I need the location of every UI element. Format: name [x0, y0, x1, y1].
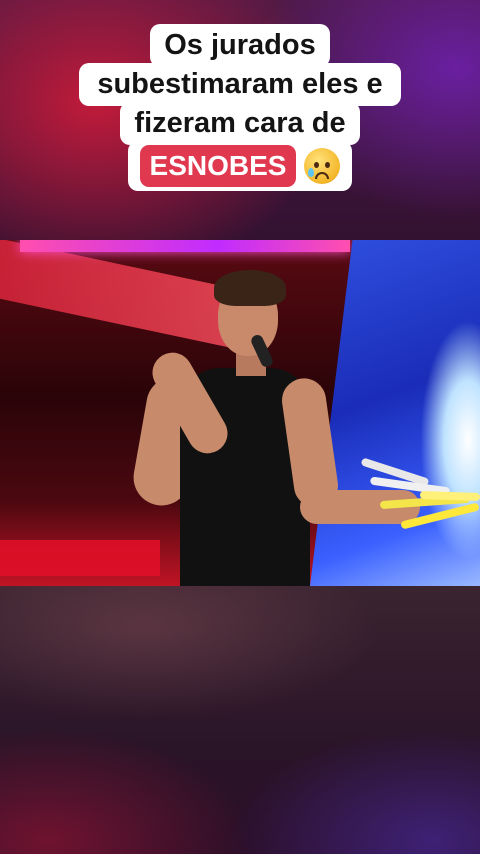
stage-light-pink-bar	[20, 240, 350, 252]
caption-line-4: ESNOBES	[127, 141, 353, 191]
performer-hair	[214, 270, 286, 306]
highlight-tag: ESNOBES	[139, 145, 297, 187]
caption-overlay: Os jurados subestimaram eles e fizeram c…	[0, 24, 480, 191]
caption-line-3: fizeram cara de	[120, 102, 360, 145]
juggling-sticks	[360, 457, 480, 538]
blurred-background-bottom	[0, 586, 480, 854]
caption-line-1: Os jurados	[150, 24, 330, 67]
caption-line-2: subestimaram eles e	[79, 63, 401, 106]
video-frame[interactable]	[0, 240, 480, 586]
stage-light-red-bottom	[0, 540, 160, 576]
sad-face-emoji-icon	[304, 148, 341, 184]
performer	[129, 268, 420, 586]
